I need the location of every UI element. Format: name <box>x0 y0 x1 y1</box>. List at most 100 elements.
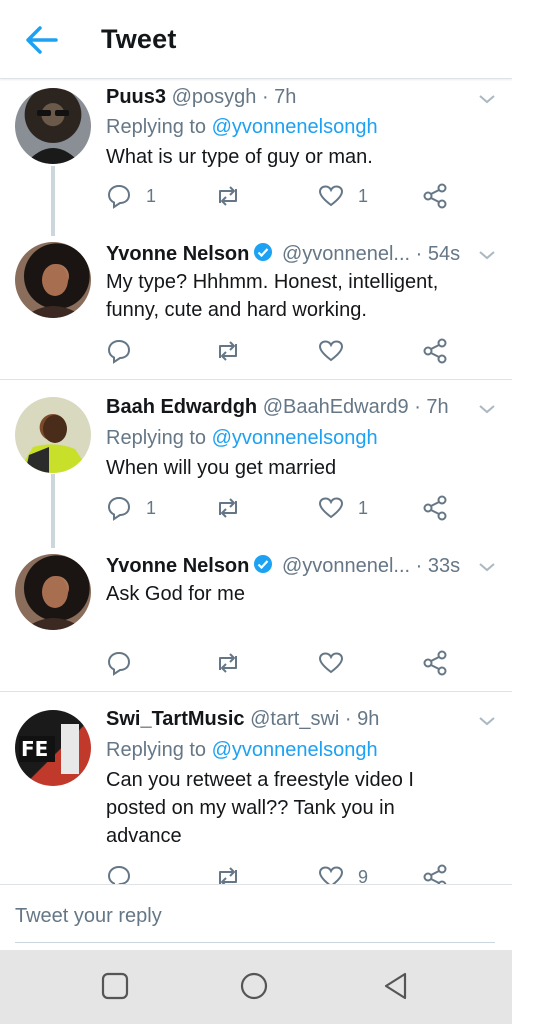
reply-button[interactable] <box>106 648 132 678</box>
reply-input[interactable]: Tweet your reply <box>15 905 162 928</box>
share-button[interactable] <box>422 493 448 523</box>
heart-icon <box>318 651 344 675</box>
tweet-text: When will you get married <box>106 457 337 479</box>
like-count: 1 <box>358 185 369 206</box>
replying-to: Replying to @yvonnenelsongh <box>106 427 378 449</box>
heart-icon <box>318 184 344 208</box>
tweet-item[interactable]: FE Swi_TartMusic @tart_swi · 9h Replying… <box>0 694 512 890</box>
divider <box>0 379 512 380</box>
system-navigation-bar <box>0 950 512 1024</box>
thread-line <box>51 166 55 236</box>
replying-to: Replying to @yvonnenelsongh <box>106 739 378 761</box>
display-name[interactable]: Baah Edwardgh <box>106 396 257 418</box>
reply-button[interactable]: 1 <box>106 181 156 211</box>
verified-badge-icon <box>253 242 273 268</box>
page-title: Tweet <box>101 24 177 54</box>
thread-line <box>51 474 55 548</box>
tweet-text: Can you retweet a freestyle video I post… <box>106 769 414 847</box>
chevron-down-icon[interactable] <box>476 714 498 728</box>
tweet-item[interactable]: Puus3 @posygh · 7h Replying to @yvonnene… <box>0 80 512 236</box>
retweet-button[interactable] <box>214 336 242 366</box>
retweet-button[interactable] <box>214 648 242 678</box>
tweet-actions: 1 1 <box>106 493 486 523</box>
share-button[interactable] <box>422 181 448 211</box>
chevron-down-icon[interactable] <box>476 248 498 262</box>
user-handle: @yvonnenel... <box>281 555 411 577</box>
display-name[interactable]: Puus3 <box>106 86 166 108</box>
avatar-text: FE <box>21 737 48 761</box>
share-icon <box>422 183 448 209</box>
tweet-item[interactable]: Baah Edwardgh @BaahEdward9 · 7h Replying… <box>0 382 512 548</box>
avatar[interactable] <box>15 88 91 164</box>
like-button[interactable] <box>318 648 344 678</box>
display-name[interactable]: Yvonne Nelson <box>106 243 249 265</box>
chevron-down-icon[interactable] <box>476 560 498 574</box>
tweet-header: Baah Edwardgh @BaahEdward9 · 7h <box>106 396 449 419</box>
user-handle: @posygh <box>171 86 257 108</box>
tweet-item[interactable]: Yvonne Nelson @yvonnenel... · 54s My typ… <box>0 232 512 378</box>
avatar[interactable] <box>15 554 91 630</box>
like-count: 1 <box>358 497 369 518</box>
retweet-icon <box>214 650 242 676</box>
tweet-actions <box>106 336 486 366</box>
divider <box>0 691 512 692</box>
display-name[interactable]: Swi_TartMusic <box>106 708 245 730</box>
verified-badge-icon <box>253 554 273 580</box>
reply-icon <box>106 495 132 521</box>
avatar[interactable] <box>15 397 91 473</box>
chevron-down-icon[interactable] <box>476 92 498 106</box>
mention-link[interactable]: @yvonnenelsongh <box>212 427 378 449</box>
reply-button[interactable]: 1 <box>106 493 156 523</box>
chevron-down-icon[interactable] <box>476 402 498 416</box>
share-icon <box>422 338 448 364</box>
retweet-button[interactable] <box>214 181 242 211</box>
tweet-actions <box>106 648 486 678</box>
timestamp: · 33s <box>415 555 461 577</box>
avatar[interactable]: FE <box>15 710 91 786</box>
retweet-icon <box>214 183 242 209</box>
tweet-actions: 1 1 <box>106 181 486 211</box>
user-handle: @tart_swi <box>250 708 340 730</box>
input-underline <box>15 942 495 943</box>
heart-icon <box>318 339 344 363</box>
mention-link[interactable]: @yvonnenelsongh <box>212 739 378 761</box>
reply-icon <box>106 650 132 676</box>
tweet-header: Yvonne Nelson @yvonnenel... · 33s <box>106 554 460 580</box>
share-button[interactable] <box>422 336 448 366</box>
user-handle: @yvonnenel... <box>281 243 411 265</box>
display-name[interactable]: Yvonne Nelson <box>106 555 249 577</box>
retweet-icon <box>214 495 242 521</box>
reply-button[interactable] <box>106 336 132 366</box>
back-triangle-icon[interactable] <box>376 968 416 1004</box>
tweet-text: What is ur type of guy or man. <box>106 146 373 168</box>
user-handle: @BaahEdward9 <box>262 396 409 418</box>
tweet-text: My type? Hhhmm. Honest, intelligent, fun… <box>106 271 439 321</box>
tweet-header: Swi_TartMusic @tart_swi · 9h <box>106 708 379 731</box>
reply-count: 1 <box>146 497 157 518</box>
retweet-icon <box>214 338 242 364</box>
tweet-screen: Tweet Puus3 @posygh · 7h Replying to @yv… <box>0 0 512 1024</box>
like-button[interactable]: 1 <box>318 181 368 211</box>
tweet-header: Puus3 @posygh · 7h <box>106 86 296 109</box>
timestamp: · 54s <box>415 243 461 265</box>
replying-to: Replying to @yvonnenelsongh <box>106 116 378 138</box>
retweet-button[interactable] <box>214 493 242 523</box>
tweet-text: Ask God for me <box>106 583 245 605</box>
recents-square-icon[interactable] <box>95 968 135 1004</box>
like-button[interactable] <box>318 336 344 366</box>
share-icon <box>422 650 448 676</box>
reply-composer: Tweet your reply <box>0 884 512 951</box>
home-circle-icon[interactable] <box>234 968 274 1004</box>
like-button[interactable]: 1 <box>318 493 368 523</box>
avatar[interactable] <box>15 242 91 318</box>
mention-link[interactable]: @yvonnenelsongh <box>212 116 378 138</box>
tweet-header: Yvonne Nelson @yvonnenel... · 54s <box>106 242 460 268</box>
timestamp: · 7h <box>414 396 449 418</box>
share-button[interactable] <box>422 648 448 678</box>
back-arrow-icon[interactable] <box>22 22 62 58</box>
top-app-bar: Tweet <box>0 0 512 79</box>
reply-count: 1 <box>146 185 157 206</box>
reply-icon <box>106 338 132 364</box>
tweet-item[interactable]: Yvonne Nelson @yvonnenel... · 33s Ask Go… <box>0 544 512 690</box>
heart-icon <box>318 496 344 520</box>
